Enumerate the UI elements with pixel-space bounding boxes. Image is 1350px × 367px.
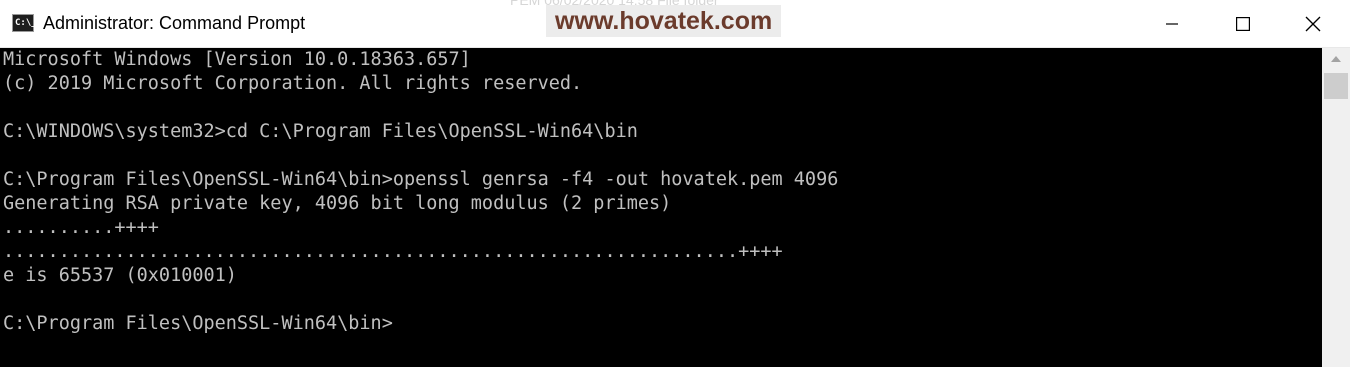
console-line: (c) 2019 Microsoft Corporation. All righ… bbox=[3, 73, 583, 94]
console-line: Microsoft Windows [Version 10.0.18363.65… bbox=[3, 49, 471, 70]
close-button[interactable] bbox=[1290, 0, 1336, 48]
console-line: C:\Program Files\OpenSSL-Win64\bin>opens… bbox=[3, 169, 839, 190]
console-line: ..........++++ bbox=[3, 217, 159, 238]
console-line: ........................................… bbox=[3, 241, 783, 262]
scroll-up-button[interactable] bbox=[1322, 48, 1350, 70]
window-title: Administrator: Command Prompt bbox=[43, 13, 306, 33]
vertical-scrollbar[interactable] bbox=[1322, 48, 1350, 367]
scroll-thumb[interactable] bbox=[1324, 73, 1348, 99]
scroll-up-arrow-icon bbox=[1331, 56, 1341, 62]
console-prompt-line[interactable]: C:\Program Files\OpenSSL-Win64\bin> bbox=[0, 312, 838, 336]
console-line: C:\WINDOWS\system32>cd C:\Program Files\… bbox=[3, 121, 638, 142]
cmd-icon-glyph: C:\_ bbox=[15, 17, 37, 28]
command-prompt-window: PEM 06/02/2020 14:58 File folder C:\_ Ad… bbox=[0, 0, 1350, 367]
minimize-icon bbox=[1166, 23, 1178, 25]
minimize-button[interactable] bbox=[1149, 0, 1195, 48]
watermark: www.hovatek.com bbox=[546, 5, 782, 37]
console-line: e is 65537 (0x010001) bbox=[3, 265, 237, 286]
maximize-button[interactable] bbox=[1220, 0, 1266, 48]
maximize-icon bbox=[1236, 17, 1250, 31]
console-lines: Microsoft Windows [Version 10.0.18363.65… bbox=[0, 48, 838, 336]
console-line: Generating RSA private key, 4096 bit lon… bbox=[3, 193, 672, 214]
close-icon bbox=[1305, 16, 1321, 32]
cmd-icon[interactable]: C:\_ bbox=[12, 14, 37, 32]
console-output[interactable]: Microsoft Windows [Version 10.0.18363.65… bbox=[0, 48, 1322, 367]
title-bar[interactable]: PEM 06/02/2020 14:58 File folder C:\_ Ad… bbox=[0, 0, 1350, 48]
